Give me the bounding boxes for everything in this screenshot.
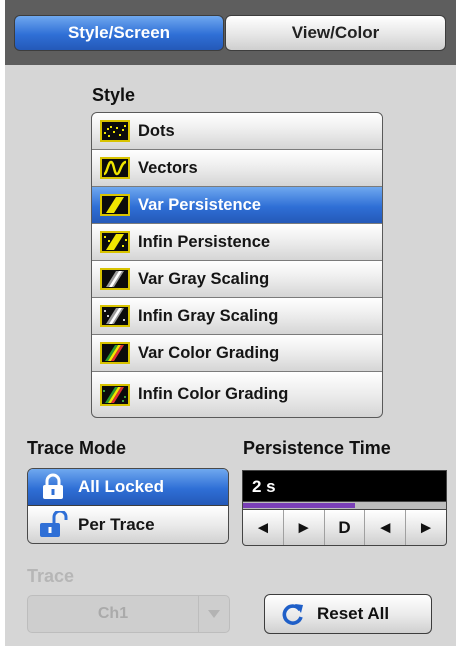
coarse-decrease-button[interactable]: ◄ xyxy=(243,510,284,545)
style-list: Dots Vectors Var Persistence Infin Persi… xyxy=(91,112,383,418)
style-item-var-persistence[interactable]: Var Persistence xyxy=(92,187,382,224)
trace-mode-heading: Trace Mode xyxy=(27,438,127,458)
all-locked-label: All Locked xyxy=(78,477,164,496)
per-trace-button[interactable]: Per Trace xyxy=(28,506,228,543)
persistence-time-controls: ◄ ► D ◄ ► xyxy=(242,509,447,546)
style-item-infin-persistence[interactable]: Infin Persistence xyxy=(92,224,382,261)
style-item-label: Vectors xyxy=(138,158,198,177)
chevron-down-icon[interactable] xyxy=(198,596,229,632)
style-item-label: Dots xyxy=(138,121,175,140)
persistence-time-level-bar xyxy=(242,502,447,509)
display-setup-panel: Style/Screen View/Color Style Dots Vecto… xyxy=(5,0,456,646)
default-button[interactable]: D xyxy=(325,510,366,545)
lock-open-icon xyxy=(38,509,68,539)
trace-heading: Trace xyxy=(27,566,75,586)
coarse-increase-button[interactable]: ► xyxy=(284,510,325,545)
trace-select[interactable]: Ch1 xyxy=(27,595,230,633)
infin-persistence-icon xyxy=(100,231,130,253)
style-item-label: Var Gray Scaling xyxy=(138,269,270,288)
infin-color-grading-icon xyxy=(100,383,130,406)
infin-gray-scaling-icon xyxy=(100,305,130,327)
var-persistence-icon xyxy=(100,194,130,216)
dots-icon xyxy=(100,120,130,142)
style-item-label: Infin Color Grading xyxy=(138,385,289,403)
style-item-infin-color-grading[interactable]: Infin Color Grading xyxy=(92,372,382,417)
reset-all-button[interactable]: Reset All xyxy=(264,594,432,634)
trace-select-value: Ch1 xyxy=(97,605,129,622)
style-item-label: Var Persistence xyxy=(138,195,261,214)
per-trace-label: Per Trace xyxy=(78,514,155,534)
style-item-label: Infin Gray Scaling xyxy=(138,306,279,325)
reset-icon xyxy=(281,602,305,626)
persistence-time-heading: Persistence Time xyxy=(243,438,391,458)
style-item-label: Var Color Grading xyxy=(138,343,280,362)
var-gray-scaling-icon xyxy=(100,268,130,290)
lock-closed-icon xyxy=(38,473,68,501)
style-item-var-gray-scaling[interactable]: Var Gray Scaling xyxy=(92,261,382,298)
tab-view-color[interactable]: View/Color xyxy=(225,15,446,51)
fine-decrease-button[interactable]: ◄ xyxy=(365,510,407,545)
style-item-var-color-grading[interactable]: Var Color Grading xyxy=(92,335,382,372)
persistence-time-input[interactable]: 2 s xyxy=(242,470,447,502)
style-item-label: Infin Persistence xyxy=(138,232,271,251)
style-item-infin-gray-scaling[interactable]: Infin Gray Scaling xyxy=(92,298,382,335)
style-heading: Style xyxy=(92,85,136,105)
style-item-dots[interactable]: Dots xyxy=(92,113,382,150)
tab-bar: Style/Screen View/Color xyxy=(5,0,456,65)
persistence-time-level-fill xyxy=(243,503,355,508)
trace-mode-group: All Locked Per Trace xyxy=(27,468,229,544)
fine-increase-button[interactable]: ► xyxy=(406,510,446,545)
style-item-vectors[interactable]: Vectors xyxy=(92,150,382,187)
all-locked-button[interactable]: All Locked xyxy=(28,469,228,506)
reset-all-label: Reset All xyxy=(317,604,390,623)
persistence-time-value: 2 s xyxy=(252,477,276,496)
var-color-grading-icon xyxy=(100,342,130,364)
tab-style-screen[interactable]: Style/Screen xyxy=(14,15,224,51)
vectors-icon xyxy=(100,157,130,179)
